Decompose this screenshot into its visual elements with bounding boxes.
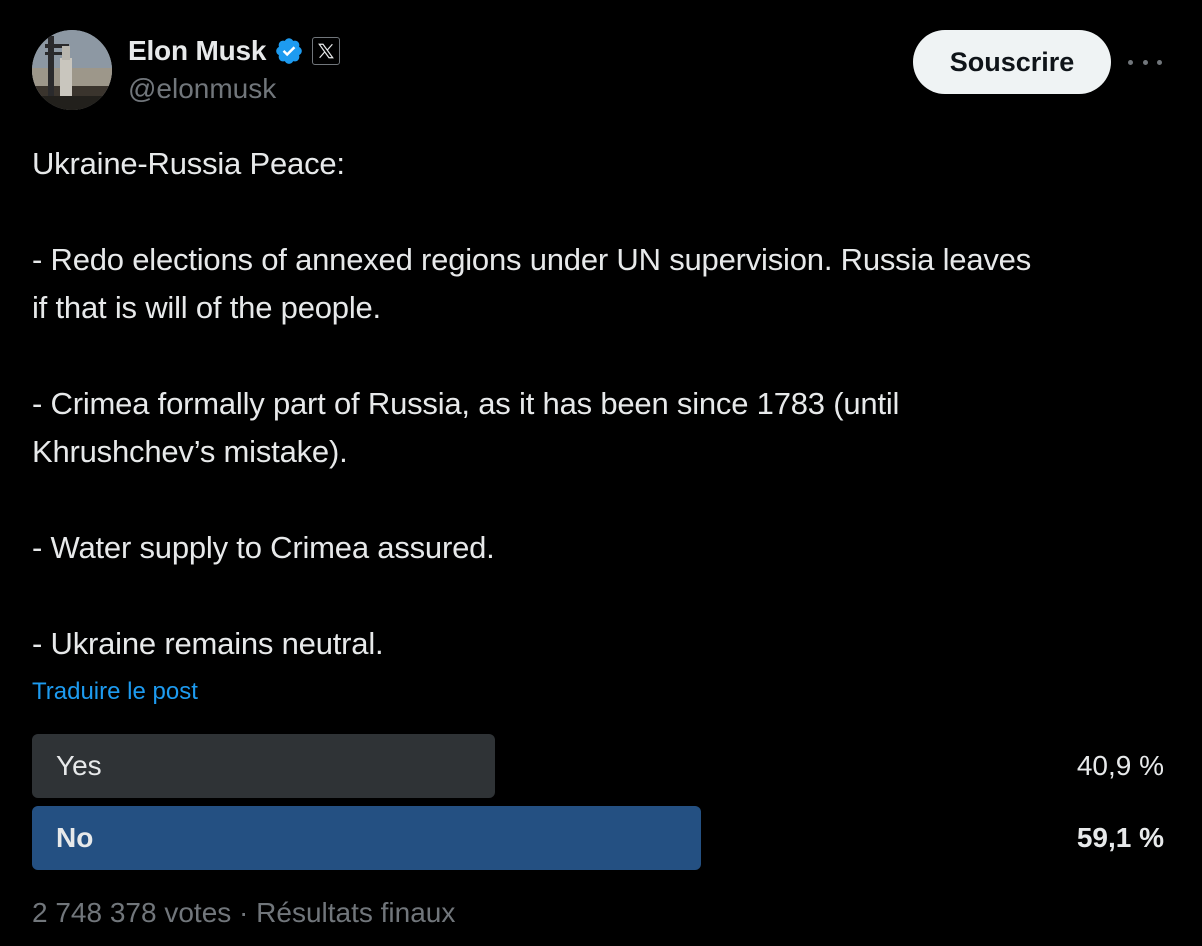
author-name-row: Elon Musk: [128, 33, 341, 69]
post-line: - Water supply to Crimea assured.: [32, 530, 495, 565]
poll-bar-no: [32, 806, 701, 870]
tweet: Elon Musk @elonmusk Souscrire Ukraine-Ru…: [0, 0, 1202, 946]
poll-option-percent: 40,9 %: [1076, 750, 1164, 781]
poll-option-yes: Yes 40,9 %: [32, 734, 1164, 798]
poll-option-label: No: [56, 822, 94, 853]
subscribe-button[interactable]: Souscrire: [913, 30, 1111, 94]
post-line: if that is will of the people.: [32, 290, 381, 325]
post-text: Ukraine-Russia Peace: - Redo elections o…: [32, 140, 1182, 668]
poll-option-no: No 59,1 %: [32, 806, 1164, 870]
poll-footer: 2 748 378 votes · Résultats finaux: [32, 897, 456, 928]
author-handle[interactable]: @elonmusk: [128, 73, 276, 105]
poll-option-label: Yes: [56, 750, 102, 781]
more-horizontal-icon[interactable]: [1128, 50, 1162, 74]
post-line: Khrushchev’s mistake).: [32, 434, 348, 469]
poll-option-percent: 59,1 %: [1076, 822, 1164, 853]
post-line: Ukraine-Russia Peace:: [32, 146, 345, 181]
post-line: - Crimea formally part of Russia, as it …: [32, 386, 900, 421]
verified-badge-icon[interactable]: [274, 36, 304, 66]
translate-post-link[interactable]: Traduire le post: [32, 678, 198, 706]
author-name[interactable]: Elon Musk: [128, 35, 266, 67]
x-logo-icon[interactable]: [312, 37, 341, 65]
post-line: - Ukraine remains neutral.: [32, 626, 384, 661]
post-line: - Redo elections of annexed regions unde…: [32, 242, 1032, 277]
avatar[interactable]: [32, 30, 112, 110]
